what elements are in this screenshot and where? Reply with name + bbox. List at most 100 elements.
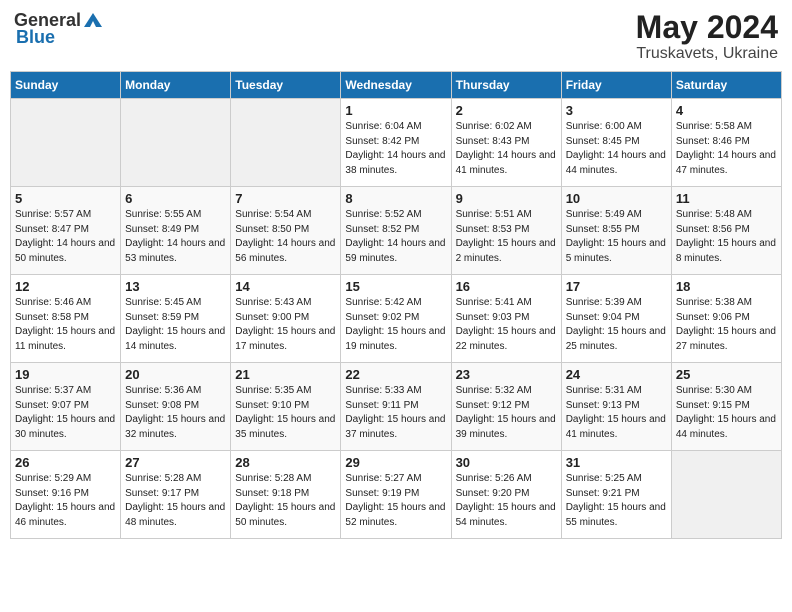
day-info: Sunrise: 5:46 AMSunset: 8:58 PMDaylight:…: [15, 296, 116, 354]
day-info: Sunrise: 5:35 AMSunset: 9:10 PMDaylight:…: [235, 384, 336, 442]
day-number: 19: [15, 367, 116, 382]
week-row: 5 Sunrise: 5:57 AMSunset: 8:47 PMDaylight…: [11, 187, 782, 275]
header-row: SundayMondayTuesdayWednesdayThursdayFrid…: [11, 72, 782, 99]
calendar-cell: 1 Sunrise: 6:04 AMSunset: 8:42 PMDaylight…: [341, 99, 451, 187]
day-number: 4: [676, 103, 777, 118]
day-info: Sunrise: 5:27 AMSunset: 9:19 PMDaylight:…: [345, 472, 446, 530]
day-number: 29: [345, 455, 446, 470]
week-row: 26 Sunrise: 5:29 AMSunset: 9:16 PMDayligh…: [11, 451, 782, 539]
calendar-cell: 8 Sunrise: 5:52 AMSunset: 8:52 PMDaylight…: [341, 187, 451, 275]
logo-blue: Blue: [16, 27, 55, 48]
day-info: Sunrise: 5:52 AMSunset: 8:52 PMDaylight:…: [345, 208, 446, 266]
month-title: May 2024: [636, 10, 778, 45]
calendar-cell: 3 Sunrise: 6:00 AMSunset: 8:45 PMDaylight…: [561, 99, 671, 187]
day-info: Sunrise: 6:04 AMSunset: 8:42 PMDaylight:…: [345, 120, 446, 178]
calendar-cell: 17 Sunrise: 5:39 AMSunset: 9:04 PMDayligh…: [561, 275, 671, 363]
day-info: Sunrise: 5:31 AMSunset: 9:13 PMDaylight:…: [566, 384, 667, 442]
calendar-cell: 29 Sunrise: 5:27 AMSunset: 9:19 PMDayligh…: [341, 451, 451, 539]
calendar-cell: 23 Sunrise: 5:32 AMSunset: 9:12 PMDayligh…: [451, 363, 561, 451]
day-info: Sunrise: 5:39 AMSunset: 9:04 PMDaylight:…: [566, 296, 667, 354]
day-info: Sunrise: 5:37 AMSunset: 9:07 PMDaylight:…: [15, 384, 116, 442]
logo-icon: [82, 11, 104, 29]
location-title: Truskavets, Ukraine: [636, 45, 778, 63]
day-number: 27: [125, 455, 226, 470]
day-info: Sunrise: 5:28 AMSunset: 9:18 PMDaylight:…: [235, 472, 336, 530]
day-info: Sunrise: 6:00 AMSunset: 8:45 PMDaylight:…: [566, 120, 667, 178]
header-sunday: Sunday: [11, 72, 121, 99]
day-info: Sunrise: 5:33 AMSunset: 9:11 PMDaylight:…: [345, 384, 446, 442]
day-number: 15: [345, 279, 446, 294]
day-number: 14: [235, 279, 336, 294]
day-number: 8: [345, 191, 446, 206]
day-info: Sunrise: 5:57 AMSunset: 8:47 PMDaylight:…: [15, 208, 116, 266]
calendar-cell: 14 Sunrise: 5:43 AMSunset: 9:00 PMDayligh…: [231, 275, 341, 363]
header-monday: Monday: [121, 72, 231, 99]
day-number: 23: [456, 367, 557, 382]
header-thursday: Thursday: [451, 72, 561, 99]
day-number: 1: [345, 103, 446, 118]
day-number: 26: [15, 455, 116, 470]
header-wednesday: Wednesday: [341, 72, 451, 99]
day-info: Sunrise: 5:41 AMSunset: 9:03 PMDaylight:…: [456, 296, 557, 354]
day-info: Sunrise: 5:28 AMSunset: 9:17 PMDaylight:…: [125, 472, 226, 530]
day-info: Sunrise: 5:26 AMSunset: 9:20 PMDaylight:…: [456, 472, 557, 530]
calendar-cell: 24 Sunrise: 5:31 AMSunset: 9:13 PMDayligh…: [561, 363, 671, 451]
day-number: 7: [235, 191, 336, 206]
calendar-cell: 30 Sunrise: 5:26 AMSunset: 9:20 PMDayligh…: [451, 451, 561, 539]
day-info: Sunrise: 5:43 AMSunset: 9:00 PMDaylight:…: [235, 296, 336, 354]
calendar-cell: 22 Sunrise: 5:33 AMSunset: 9:11 PMDayligh…: [341, 363, 451, 451]
calendar-cell: 12 Sunrise: 5:46 AMSunset: 8:58 PMDayligh…: [11, 275, 121, 363]
calendar-cell: 20 Sunrise: 5:36 AMSunset: 9:08 PMDayligh…: [121, 363, 231, 451]
calendar-cell: 4 Sunrise: 5:58 AMSunset: 8:46 PMDaylight…: [671, 99, 781, 187]
day-number: 16: [456, 279, 557, 294]
calendar-cell: 26 Sunrise: 5:29 AMSunset: 9:16 PMDayligh…: [11, 451, 121, 539]
calendar-cell: 6 Sunrise: 5:55 AMSunset: 8:49 PMDaylight…: [121, 187, 231, 275]
day-info: Sunrise: 5:55 AMSunset: 8:49 PMDaylight:…: [125, 208, 226, 266]
day-number: 2: [456, 103, 557, 118]
day-info: Sunrise: 5:49 AMSunset: 8:55 PMDaylight:…: [566, 208, 667, 266]
day-number: 28: [235, 455, 336, 470]
calendar-cell: 27 Sunrise: 5:28 AMSunset: 9:17 PMDayligh…: [121, 451, 231, 539]
calendar-cell: 21 Sunrise: 5:35 AMSunset: 9:10 PMDayligh…: [231, 363, 341, 451]
calendar-cell: 16 Sunrise: 5:41 AMSunset: 9:03 PMDayligh…: [451, 275, 561, 363]
calendar-cell: 5 Sunrise: 5:57 AMSunset: 8:47 PMDaylight…: [11, 187, 121, 275]
calendar-cell: 31 Sunrise: 5:25 AMSunset: 9:21 PMDayligh…: [561, 451, 671, 539]
calendar-cell: 15 Sunrise: 5:42 AMSunset: 9:02 PMDayligh…: [341, 275, 451, 363]
day-number: 30: [456, 455, 557, 470]
calendar-cell: 10 Sunrise: 5:49 AMSunset: 8:55 PMDayligh…: [561, 187, 671, 275]
header-friday: Friday: [561, 72, 671, 99]
day-number: 10: [566, 191, 667, 206]
calendar-cell: 9Sunrise: 5:51 AMSunset: 8:53 PMDaylight…: [451, 187, 561, 275]
day-number: 24: [566, 367, 667, 382]
day-info: Sunrise: 5:36 AMSunset: 9:08 PMDaylight:…: [125, 384, 226, 442]
day-number: 12: [15, 279, 116, 294]
day-number: 20: [125, 367, 226, 382]
calendar-cell: [671, 451, 781, 539]
calendar-cell: 25Sunrise: 5:30 AMSunset: 9:15 PMDayligh…: [671, 363, 781, 451]
page-header: General Blue May 2024 Truskavets, Ukrain…: [10, 10, 782, 63]
day-number: 21: [235, 367, 336, 382]
header-tuesday: Tuesday: [231, 72, 341, 99]
day-info: Sunrise: 5:32 AMSunset: 9:12 PMDaylight:…: [456, 384, 557, 442]
calendar-cell: 11 Sunrise: 5:48 AMSunset: 8:56 PMDayligh…: [671, 187, 781, 275]
day-info: Sunrise: 5:58 AMSunset: 8:46 PMDaylight:…: [676, 120, 777, 178]
week-row: 12 Sunrise: 5:46 AMSunset: 8:58 PMDayligh…: [11, 275, 782, 363]
day-info: Sunrise: 6:02 AMSunset: 8:43 PMDaylight:…: [456, 120, 557, 178]
day-number: 25: [676, 367, 777, 382]
day-number: 22: [345, 367, 446, 382]
day-info: Sunrise: 5:42 AMSunset: 9:02 PMDaylight:…: [345, 296, 446, 354]
day-number: 11: [676, 191, 777, 206]
calendar-table: SundayMondayTuesdayWednesdayThursdayFrid…: [10, 71, 782, 539]
day-info: Sunrise: 5:29 AMSunset: 9:16 PMDaylight:…: [15, 472, 116, 530]
day-number: 31: [566, 455, 667, 470]
calendar-cell: 18Sunrise: 5:38 AMSunset: 9:06 PMDayligh…: [671, 275, 781, 363]
day-number: 17: [566, 279, 667, 294]
day-number: 3: [566, 103, 667, 118]
day-info: Sunrise: 5:25 AMSunset: 9:21 PMDaylight:…: [566, 472, 667, 530]
day-number: 18: [676, 279, 777, 294]
week-row: 1 Sunrise: 6:04 AMSunset: 8:42 PMDaylight…: [11, 99, 782, 187]
day-number: 6: [125, 191, 226, 206]
day-number: 5: [15, 191, 116, 206]
day-info: Sunrise: 5:48 AMSunset: 8:56 PMDaylight:…: [676, 208, 777, 266]
title-block: May 2024 Truskavets, Ukraine: [636, 10, 778, 63]
